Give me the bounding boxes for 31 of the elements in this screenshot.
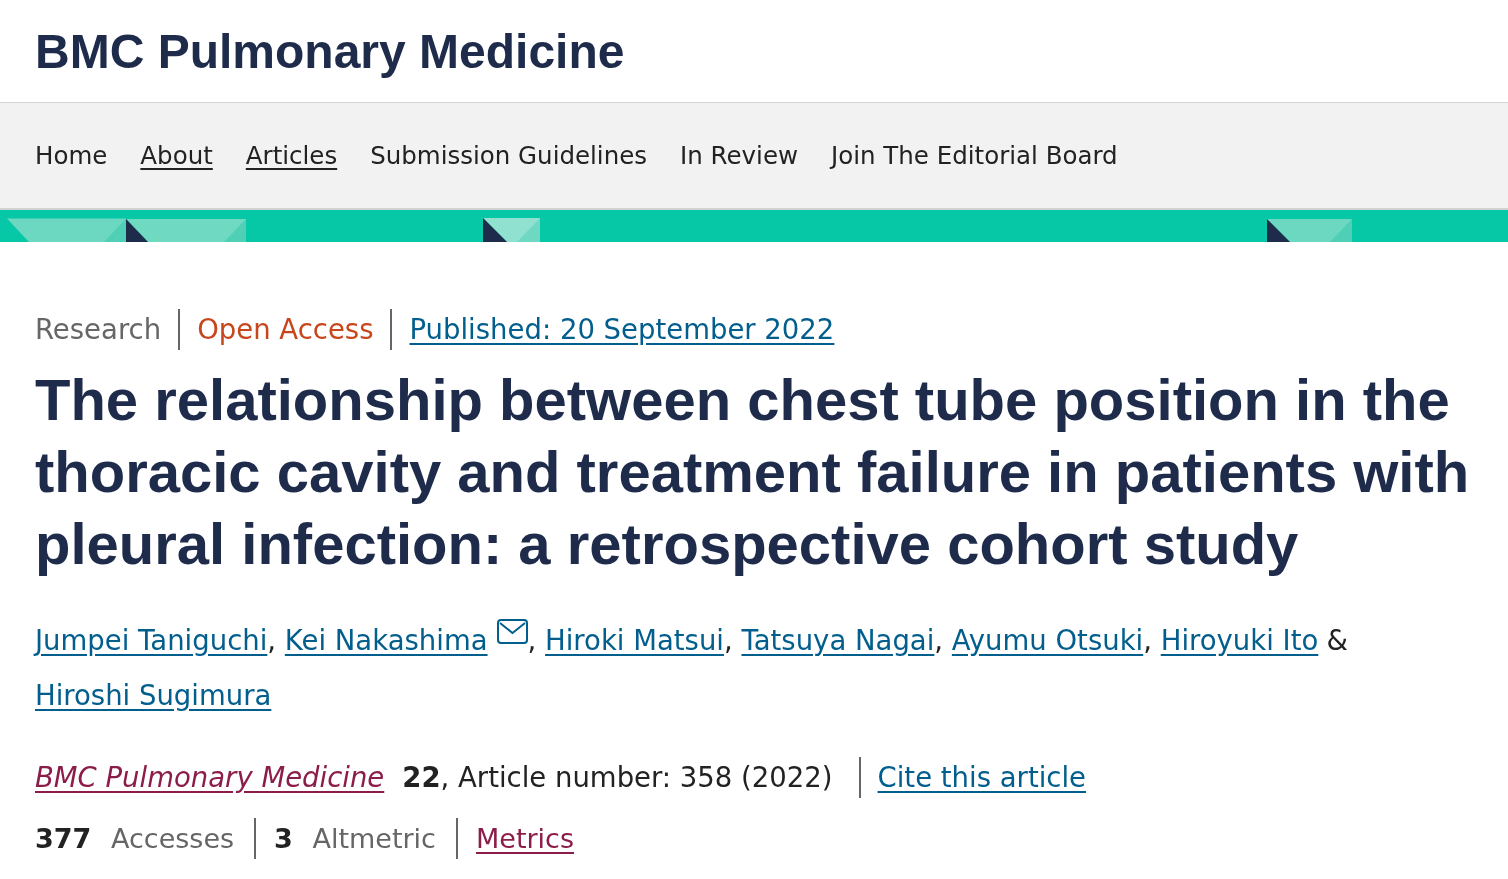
site-title[interactable]: BMC Pulmonary Medicine — [35, 23, 625, 79]
journal-link[interactable]: BMC Pulmonary Medicine — [35, 761, 385, 793]
citation-details: 22, Article number: 358 (2022) — [402, 761, 833, 793]
nav-link[interactable]: In Review — [680, 141, 798, 170]
author-link[interactable]: Jumpei Taniguchi — [35, 624, 268, 656]
access-label: Open Access — [197, 313, 374, 345]
publication-date-link[interactable]: Published: 20 September 2022 — [409, 313, 835, 345]
metric-text: 3 Altmetric — [274, 822, 436, 854]
author-separator: , — [1143, 624, 1152, 656]
nav-link[interactable]: Articles — [245, 141, 338, 170]
article-title: The relationship between chest tube position in the thoracic cavity and treatment failure in patients with pleural infection: a retrospective cohort study — [35, 366, 1471, 578]
author-separator: , — [934, 624, 944, 656]
author-separator: , — [527, 624, 537, 656]
author-link[interactable]: Hiroki Matsui — [545, 624, 724, 656]
author-link[interactable]: Kei Nakashima — [284, 624, 488, 656]
envelope-icon[interactable] — [496, 619, 528, 644]
article-type-label: Research — [35, 313, 162, 345]
nav-link[interactable]: Home — [35, 141, 108, 170]
nav-link[interactable]: About — [140, 141, 213, 170]
author-link[interactable]: Tatsuya Nagai — [741, 624, 935, 656]
nav-link[interactable]: Submission Guidelines — [370, 141, 648, 170]
author-separator: , — [723, 624, 733, 656]
author-link[interactable]: Ayumu Otsuki — [951, 624, 1144, 656]
metrics-link[interactable]: Metrics — [475, 822, 574, 854]
author-link[interactable]: Hiroyuki Ito — [1160, 624, 1319, 656]
author-link[interactable]: Hiroshi Sugimura — [35, 679, 272, 711]
cite-link[interactable]: Cite this article — [877, 761, 1086, 793]
author-separator: , — [267, 624, 277, 656]
author-separator: & — [1326, 624, 1348, 656]
metric-text: 377 Accesses — [35, 822, 235, 854]
nav-link[interactable]: Join The Editorial Board — [831, 141, 1118, 170]
